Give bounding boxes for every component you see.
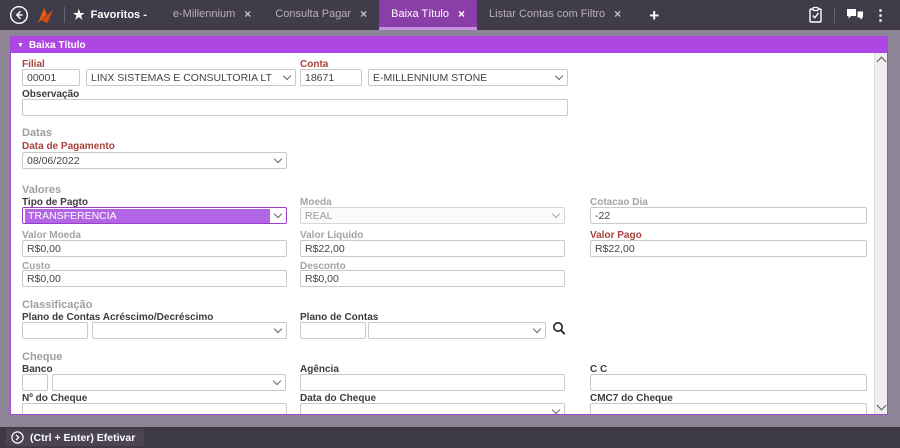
conta-code-input[interactable] [300,69,362,86]
back-arrow-icon [9,5,29,25]
divider [834,7,835,23]
tab-label: e-Millennium [172,7,236,20]
chevron-down-icon [273,154,283,164]
conta-select[interactable]: E-MILLENNIUM STONE [368,69,568,86]
close-icon[interactable]: × [614,7,621,21]
data-pagamento-label: Data de Pagamento [22,141,115,152]
back-button[interactable] [8,4,30,26]
clipboard-check-icon [809,6,822,23]
cmc7-cheque-input[interactable] [590,403,867,414]
scroll-up-icon[interactable] [876,56,887,67]
conta-select-value: E-MILLENNIUM STONE [373,71,488,84]
moeda-value: REAL [305,209,333,222]
chevron-down-icon [282,71,292,81]
tab-listar-contas-com-filtro[interactable]: Listar Contas com Filtro × [477,0,633,30]
plano-acrescimo-select[interactable] [92,322,287,339]
star-icon: ★ [73,7,85,22]
moeda-select: REAL [300,207,565,224]
app-window: ★ Favoritos - e-Millennium × Consulta Pa… [0,0,900,448]
agencia-input[interactable] [300,374,565,391]
chevron-down-icon [551,405,561,414]
close-icon[interactable]: × [360,7,367,21]
close-icon[interactable]: × [244,7,251,21]
observacao-input[interactable] [22,99,568,116]
efetivar-button[interactable]: (Ctrl + Enter) Efetivar [6,429,145,446]
efetivar-label: (Ctrl + Enter) Efetivar [30,431,136,444]
chevron-down-icon [273,209,283,219]
plano-contas-search-button[interactable] [552,321,566,341]
tab-consulta-pagar[interactable]: Consulta Pagar × [263,0,379,30]
valores-section-header: Valores [22,184,62,196]
chevron-down-icon [273,324,283,334]
favorites-menu[interactable]: ★ Favoritos - [73,7,147,23]
plano-contas-select[interactable] [368,322,546,339]
collapse-caret-icon: ▼ [17,41,24,49]
linx-logo-icon [34,4,56,26]
plano-acrescimo-code-input[interactable] [22,322,88,339]
messages-button[interactable] [845,7,865,23]
datas-section-header: Datas [22,127,52,139]
favorites-label: Favoritos - [90,9,147,21]
divider [64,7,65,23]
tab-label: Consulta Pagar [275,7,352,20]
filial-code-input[interactable] [22,69,80,86]
footer-bar: (Ctrl + Enter) Efetivar [0,427,900,448]
banco-code-input[interactable] [22,374,48,391]
arrow-right-circle-icon [11,431,24,444]
data-pagamento-select[interactable]: 08/06/2022 [22,152,287,169]
valor-pago-input[interactable] [590,240,867,257]
baixa-titulo-panel: ▼ Baixa Título Filial LINX SISTEMAS E CO… [10,36,888,415]
chevron-down-icon [551,209,561,219]
banco-select[interactable] [52,374,286,391]
valor-moeda-input[interactable] [22,240,287,257]
numero-cheque-input[interactable] [22,403,287,414]
search-icon [553,322,566,335]
data-pagamento-value: 08/06/2022 [27,154,80,167]
top-bar: ★ Favoritos - e-Millennium × Consulta Pa… [0,0,900,30]
chevron-down-icon [272,376,282,386]
panel-body: Filial LINX SISTEMAS E CONSULTORIA LT Co… [11,53,887,414]
custo-input[interactable] [22,270,287,287]
panel-header[interactable]: ▼ Baixa Título [11,37,887,53]
tab-label: Listar Contas com Filtro [489,7,606,20]
cc-input[interactable] [590,374,867,391]
vertical-scrollbar[interactable] [874,53,887,414]
cheque-section-header: Cheque [22,351,63,363]
chat-bubbles-icon [847,9,863,20]
tab-baixa-titulo[interactable]: Baixa Título × [379,0,478,30]
filial-select-value: LINX SISTEMAS E CONSULTORIA LT [91,71,272,84]
tipo-pagto-select[interactable]: TRANSFERENCIA [22,207,287,224]
new-tab-button[interactable]: + [649,7,659,24]
scroll-down-icon[interactable] [876,400,887,411]
plano-contas-code-input[interactable] [300,322,366,339]
desconto-input[interactable] [300,270,565,287]
chevron-down-icon [554,71,564,81]
valor-liquido-input[interactable] [300,240,565,257]
tasks-clipboard-button[interactable] [807,6,824,24]
cotacao-dia-input[interactable] [590,207,867,224]
data-cheque-select[interactable] [300,403,565,414]
kebab-menu-button[interactable]: ⋮ [869,6,892,24]
topbar-right-actions: ⋮ [807,6,892,24]
content-area: ▼ Baixa Título Filial LINX SISTEMAS E CO… [0,30,900,427]
tipo-pagto-value: TRANSFERENCIA [25,208,270,223]
close-icon[interactable]: × [458,7,465,21]
tab-e-millennium[interactable]: e-Millennium × [161,0,263,30]
chevron-down-icon [532,324,542,334]
panel-title: Baixa Título [28,39,86,51]
filial-select[interactable]: LINX SISTEMAS E CONSULTORIA LT [86,69,296,86]
tab-label: Baixa Título [391,7,449,20]
classificacao-section-header: Classificação [22,299,93,311]
